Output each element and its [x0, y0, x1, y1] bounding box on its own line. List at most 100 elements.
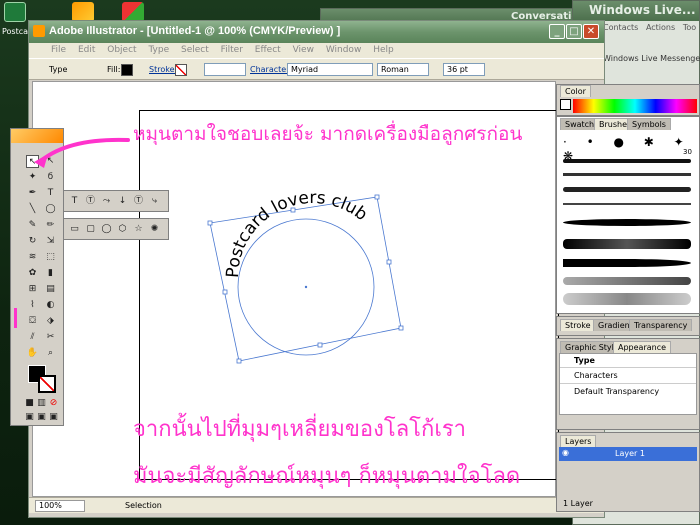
menu-select[interactable]: Select: [181, 45, 209, 55]
stroke-weight-field[interactable]: [204, 63, 246, 76]
brush-stroke-9[interactable]: [563, 293, 691, 305]
close-button[interactable]: ✕: [583, 24, 599, 39]
scissors-tool-icon[interactable]: ✂: [44, 331, 57, 344]
brush-stroke-8[interactable]: [563, 277, 691, 285]
window-title-bar[interactable]: Adobe Illustrator - [Untitled-1 @ 100% (…: [29, 21, 604, 43]
line-tool-icon[interactable]: ╲: [26, 203, 39, 216]
font-style-select[interactable]: Roman: [377, 63, 429, 76]
menu-edit[interactable]: Edit: [78, 45, 95, 55]
layer-name[interactable]: Layer 1: [615, 449, 645, 458]
pen-tool-icon[interactable]: ✒: [26, 187, 39, 200]
brush-stroke-1[interactable]: [563, 159, 691, 163]
tab-transparency[interactable]: Transparency: [629, 319, 693, 331]
graph-tool-icon[interactable]: ▮: [44, 267, 57, 280]
menu-help[interactable]: Help: [373, 45, 394, 55]
ellipse-tool-icon[interactable]: ◯: [100, 223, 113, 236]
brush-stroke-6[interactable]: [563, 239, 691, 249]
maximize-button[interactable]: □: [566, 24, 582, 39]
brush-stroke-5[interactable]: [563, 219, 691, 226]
live-paint-selection-tool-icon[interactable]: ⬗: [44, 315, 57, 328]
center-point: [304, 285, 308, 289]
rotate-tool-icon[interactable]: ↻: [26, 235, 39, 248]
brush-dots-row[interactable]: · • ● ✱ ✦ ❋: [563, 135, 697, 163]
menu-window[interactable]: Window: [326, 45, 362, 55]
messenger-tab-contacts[interactable]: Contacts: [603, 23, 638, 32]
type-tool-icon[interactable]: T: [44, 187, 57, 200]
direct-selection-tool-icon[interactable]: ↖: [44, 155, 57, 168]
messenger-tab-actions[interactable]: Actions: [646, 23, 675, 32]
menu-object[interactable]: Object: [107, 45, 136, 55]
warp-tool-icon[interactable]: ≋: [26, 251, 39, 264]
color-tab[interactable]: Color: [560, 85, 591, 97]
zoom-field[interactable]: 100%: [35, 500, 85, 512]
menu-type[interactable]: Type: [148, 45, 169, 55]
scale-tool-icon[interactable]: ⇲: [44, 235, 57, 248]
status-tool: Selection: [125, 501, 162, 510]
slice-tool-icon[interactable]: ⫽: [26, 331, 39, 344]
windows-icon[interactable]: [122, 2, 144, 22]
brush-tool-icon[interactable]: ✎: [26, 219, 39, 232]
eye-icon[interactable]: ◉: [562, 448, 569, 457]
gradient-tool-icon[interactable]: ▤: [44, 283, 57, 296]
live-paint-tool-icon[interactable]: ⛋: [26, 315, 39, 328]
appearance-list: Type Characters Default Transparency: [559, 353, 697, 415]
blend-tool-icon[interactable]: ◐: [44, 299, 57, 312]
menu-filter[interactable]: Filter: [221, 45, 243, 55]
character-label[interactable]: Character:: [250, 65, 292, 74]
menu-effect[interactable]: Effect: [255, 45, 281, 55]
brush-stroke-2[interactable]: [563, 173, 691, 176]
excel-icon[interactable]: [4, 2, 26, 22]
color-spectrum[interactable]: [573, 99, 697, 113]
tab-layers[interactable]: Layers: [560, 435, 597, 447]
tab-symbols[interactable]: Symbols: [627, 118, 671, 130]
annotation-bottom-2: มันจะมีสัญลักษณ์หมุนๆ ก็หมุนตามใจโลด: [133, 464, 521, 489]
lasso-tool-icon[interactable]: ϭ: [44, 171, 57, 184]
symbol-sprayer-tool-icon[interactable]: ✿: [26, 267, 39, 280]
brush-stroke-3[interactable]: [563, 187, 691, 192]
magic-wand-tool-icon[interactable]: ✦: [26, 171, 39, 184]
star-tool-icon[interactable]: ☆: [132, 223, 145, 236]
appearance-item-characters[interactable]: Characters: [560, 368, 696, 384]
flare-tool-icon[interactable]: ✺: [148, 223, 161, 236]
media-icon[interactable]: [72, 2, 94, 22]
rectangle-tool-icon[interactable]: ▭: [68, 223, 81, 236]
rounded-rectangle-tool-icon[interactable]: ▢: [84, 223, 97, 236]
stroke-color-box[interactable]: [38, 375, 56, 393]
vertical-path-type-tool-icon[interactable]: ⤷: [148, 195, 161, 208]
tab-stroke[interactable]: Stroke: [560, 319, 596, 331]
fill-swatch[interactable]: [121, 64, 133, 76]
menu-view[interactable]: View: [293, 45, 314, 55]
area-type-tool-icon[interactable]: Ⓣ: [84, 195, 97, 208]
polygon-tool-icon[interactable]: ⬡: [116, 223, 129, 236]
vertical-area-type-tool-icon[interactable]: Ⓣ: [132, 195, 145, 208]
stroke-label[interactable]: Stroke:: [149, 65, 177, 74]
brush-stroke-4[interactable]: [563, 203, 691, 205]
hand-tool-icon[interactable]: ✋: [26, 347, 39, 360]
tools-panel: ↖ ↖ ✦ ϭ ✒ T ╲ ◯ ✎ ✏ ↻ ⇲ ≋ ⬚ ✿ ▮ ⊞ ▤ ⌇ ◐ …: [10, 128, 64, 426]
font-family-select[interactable]: Myriad: [287, 63, 373, 76]
minimize-button[interactable]: _: [549, 24, 565, 39]
eyedropper-tool-icon[interactable]: ⌇: [26, 299, 39, 312]
type-tool-icon[interactable]: T: [68, 195, 81, 208]
pencil-tool-icon[interactable]: ✏: [44, 219, 57, 232]
zoom-tool-icon[interactable]: ⌕: [44, 347, 57, 360]
vertical-type-tool-icon[interactable]: ↓: [116, 195, 129, 208]
free-transform-tool-icon[interactable]: ⬚: [44, 251, 57, 264]
messenger-tab-tools[interactable]: Too: [683, 23, 696, 32]
font-size-field[interactable]: 36 pt: [443, 63, 485, 76]
selection-tool-icon[interactable]: ↖: [26, 155, 39, 168]
mesh-tool-icon[interactable]: ⊞: [26, 283, 39, 296]
ellipse-tool-icon[interactable]: ◯: [44, 203, 57, 216]
tab-appearance[interactable]: Appearance: [613, 341, 672, 353]
color-none-swatch[interactable]: [560, 99, 571, 110]
brush-stroke-7[interactable]: [563, 259, 691, 267]
screen-mode-icon-3[interactable]: ▣: [47, 411, 60, 424]
desktop-icon-label[interactable]: Postcar: [2, 27, 31, 36]
type-on-path-tool-icon[interactable]: ⤳: [100, 195, 113, 208]
layer-row[interactable]: ◉ Layer 1: [559, 447, 697, 461]
stroke-swatch[interactable]: [175, 64, 187, 76]
none-mode-icon[interactable]: ⊘: [47, 397, 60, 410]
appearance-item-type[interactable]: Type: [560, 354, 696, 368]
appearance-item-transparency[interactable]: Default Transparency: [560, 384, 696, 399]
menu-file[interactable]: File: [51, 45, 66, 55]
